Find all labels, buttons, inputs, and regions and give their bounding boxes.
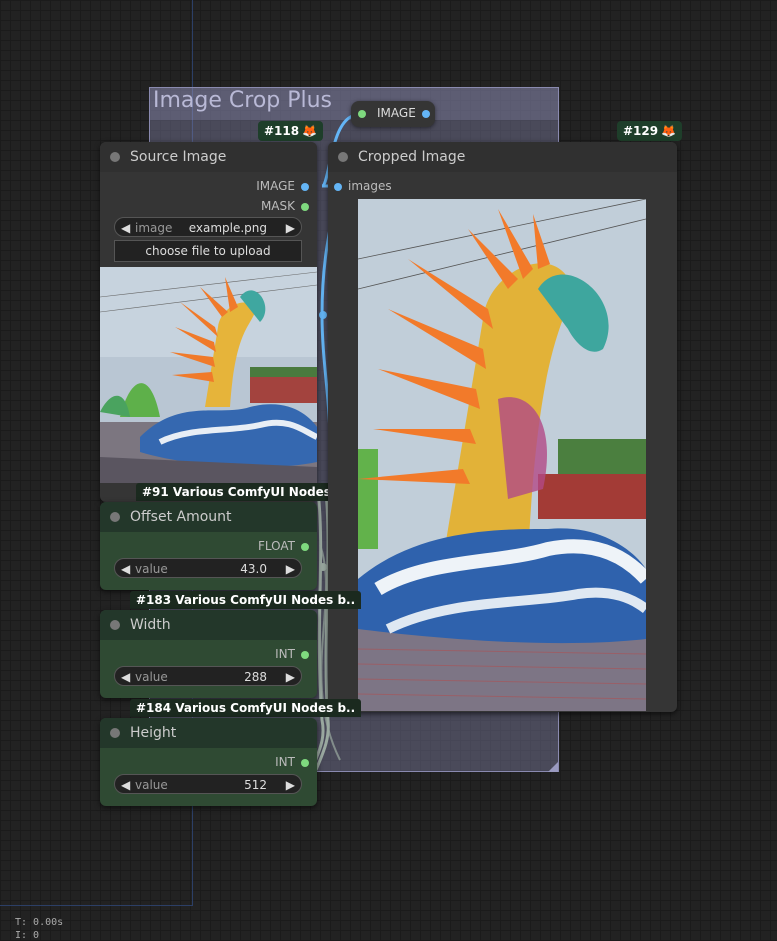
image-select-widget[interactable]: ◀ image example.png ▶ xyxy=(114,217,302,237)
render-stat-line2: I: 0 xyxy=(15,930,40,941)
widget-value: 43.0 xyxy=(240,562,267,576)
widget-value: 512 xyxy=(244,778,267,792)
upload-button[interactable]: choose file to upload xyxy=(114,240,302,262)
widget-name: value xyxy=(135,562,168,576)
arrow-left-icon[interactable]: ◀ xyxy=(121,218,130,238)
width-node[interactable]: Width INT ◀ value 288 ▶ xyxy=(100,610,317,698)
cropped-image-preview xyxy=(358,199,646,711)
output-int[interactable]: INT xyxy=(275,644,309,664)
collapse-dot-icon[interactable] xyxy=(110,512,120,522)
input-images[interactable]: images xyxy=(334,176,392,196)
node-id-badge-118: #118 🦊 xyxy=(258,121,324,141)
node-title: Cropped Image xyxy=(358,149,466,165)
reroute-node[interactable]: IMAGE xyxy=(351,101,435,127)
mask-port-dot[interactable] xyxy=(301,202,309,211)
node-title: Height xyxy=(130,725,177,741)
output-label: IMAGE xyxy=(256,179,295,193)
offset-amount-node[interactable]: Offset Amount FLOAT ◀ value 43.0 ▶ xyxy=(100,502,317,590)
images-port-dot[interactable] xyxy=(334,182,342,191)
output-label: MASK xyxy=(260,199,295,213)
input-label: images xyxy=(348,179,392,193)
node-title: Source Image xyxy=(130,149,227,165)
output-label: FLOAT xyxy=(257,539,295,553)
node-id-badge-129: #129 🦊 xyxy=(617,121,683,141)
arrow-right-icon[interactable]: ▶ xyxy=(286,667,295,687)
node-id-label: #118 xyxy=(264,124,300,138)
widget-name: value xyxy=(135,670,168,684)
output-image[interactable]: IMAGE xyxy=(256,176,309,196)
fox-icon: 🦊 xyxy=(302,124,318,138)
node-title-bar[interactable]: Offset Amount xyxy=(100,502,317,532)
float-port-dot[interactable] xyxy=(301,542,309,551)
arrow-left-icon[interactable]: ◀ xyxy=(121,667,130,687)
offset-value-widget[interactable]: ◀ value 43.0 ▶ xyxy=(114,558,302,578)
reroute-label: IMAGE xyxy=(377,106,416,120)
output-label: INT xyxy=(275,647,295,661)
cropped-image-node[interactable]: Cropped Image images xyxy=(328,142,677,712)
node-footer-label: #184 Various ComfyUI Nodes b.. xyxy=(130,699,362,717)
collapse-dot-icon[interactable] xyxy=(110,728,120,738)
arrow-right-icon[interactable]: ▶ xyxy=(286,559,295,579)
arrow-right-icon[interactable]: ▶ xyxy=(286,775,295,795)
fox-icon: 🦊 xyxy=(661,124,677,138)
arrow-left-icon[interactable]: ◀ xyxy=(121,559,130,579)
arrow-right-icon[interactable]: ▶ xyxy=(286,218,295,238)
output-int[interactable]: INT xyxy=(275,752,309,772)
image-port-dot[interactable] xyxy=(301,182,309,191)
reroute-input-dot[interactable] xyxy=(358,110,366,118)
node-title: Offset Amount xyxy=(130,509,232,525)
collapse-dot-icon[interactable] xyxy=(110,620,120,630)
output-float[interactable]: FLOAT xyxy=(258,536,309,556)
output-mask[interactable]: MASK xyxy=(261,196,309,216)
width-value-widget[interactable]: ◀ value 288 ▶ xyxy=(114,666,302,686)
node-footer-label: #183 Various ComfyUI Nodes b.. xyxy=(130,591,362,609)
source-image-node[interactable]: Source Image IMAGE MASK ◀ image example.… xyxy=(100,142,317,502)
widget-name: value xyxy=(135,778,168,792)
node-footer-label: #91 Various ComfyUI Nodes b.. xyxy=(136,483,359,501)
widget-name: image xyxy=(135,221,173,235)
collapse-dot-icon[interactable] xyxy=(338,152,348,162)
node-title-bar[interactable]: Source Image xyxy=(100,142,317,172)
widget-value: example.png xyxy=(188,221,267,235)
collapse-dot-icon[interactable] xyxy=(110,152,120,162)
node-id-label: #129 xyxy=(623,124,659,138)
output-label: INT xyxy=(275,755,295,769)
reroute-output-dot[interactable] xyxy=(422,110,430,118)
node-title-bar[interactable]: Cropped Image xyxy=(328,142,677,172)
arrow-left-icon[interactable]: ◀ xyxy=(121,775,130,795)
node-title-bar[interactable]: Height xyxy=(100,718,317,748)
source-image-preview xyxy=(100,267,317,483)
node-title-bar[interactable]: Width xyxy=(100,610,317,640)
render-time-stat: T: 0.00s xyxy=(15,917,64,928)
int-port-dot[interactable] xyxy=(301,650,309,659)
widget-value: 288 xyxy=(244,670,267,684)
int-port-dot[interactable] xyxy=(301,758,309,767)
node-title: Width xyxy=(130,617,171,633)
height-value-widget[interactable]: ◀ value 512 ▶ xyxy=(114,774,302,794)
height-node[interactable]: Height INT ◀ value 512 ▶ xyxy=(100,718,317,806)
